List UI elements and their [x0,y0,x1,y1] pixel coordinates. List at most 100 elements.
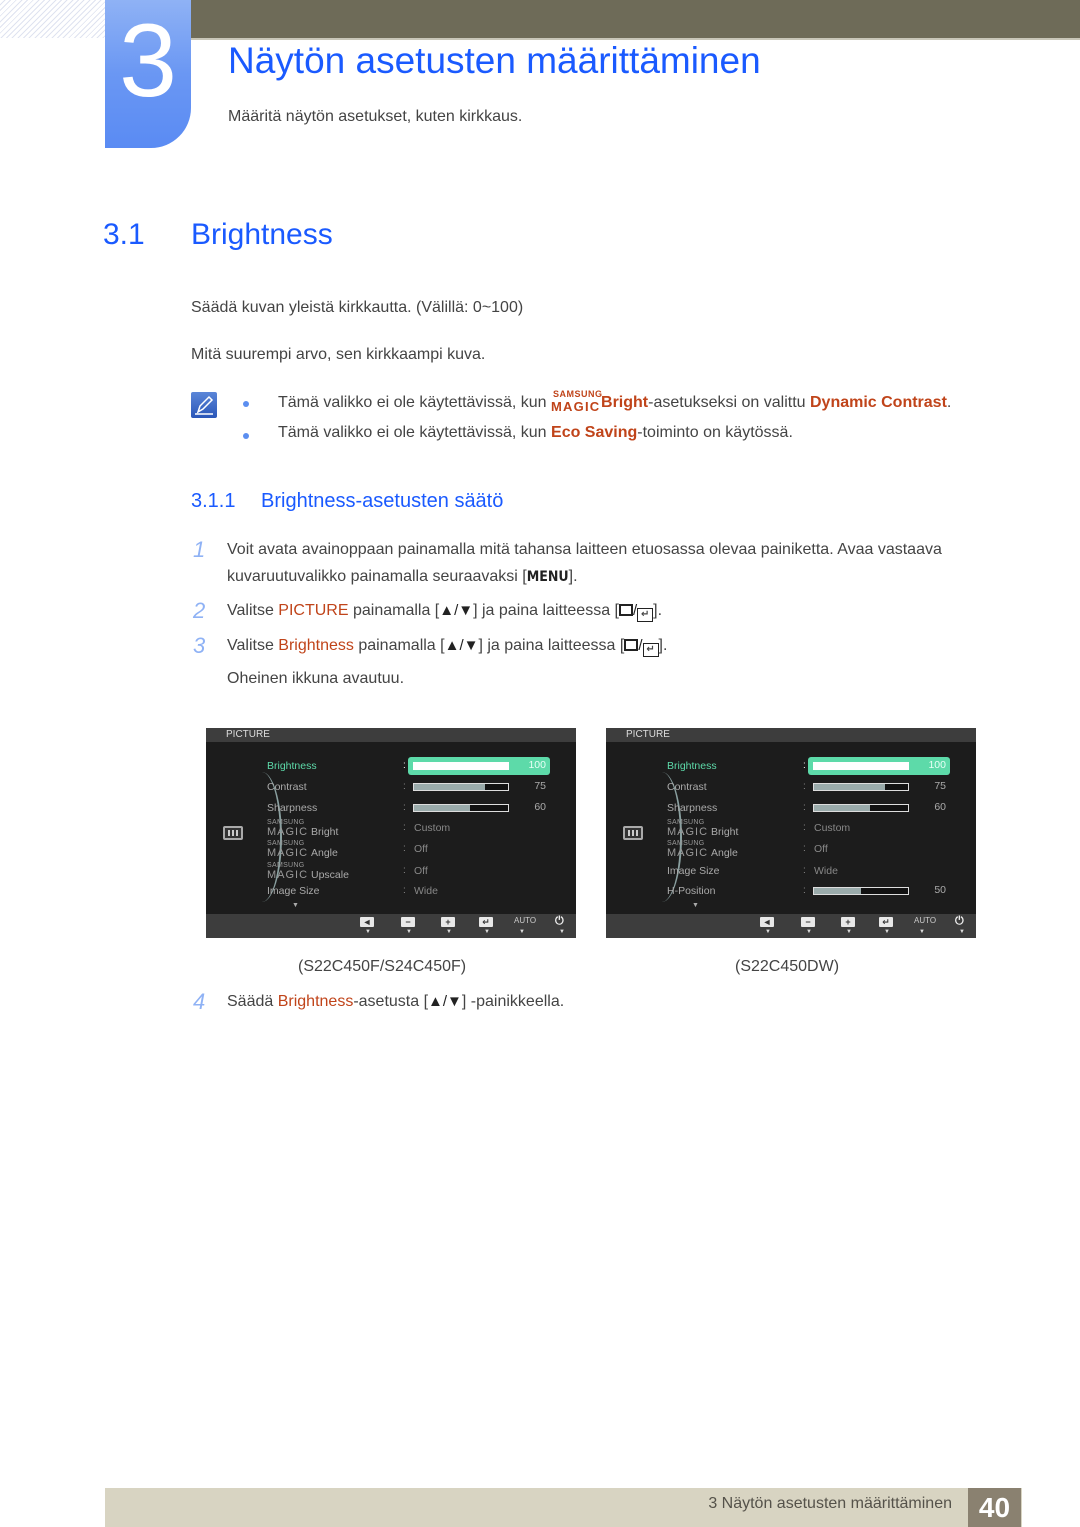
step-text: Oheinen ikkuna avautuu. [227,670,405,687]
highlight-term: Bright [601,394,649,411]
osd-separator: : [403,843,406,854]
osd-button-bar: ◄ ▼ − ▼ + ▼ ↵ ▼ AUTO ▼ ⏻ ▼ [606,914,976,938]
up-down-arrows-icon: ▲/▼ [428,993,462,1010]
osd-value: Off [814,843,828,855]
note-item: Tämä valikko ei ole käytettävissä, kun E… [278,424,793,442]
osd-menu-right: PICTURE Brightness: 100 Contrast: 75 Sharpnes… [606,728,976,938]
step-number: 2 [193,598,206,623]
note-item: Tämä valikko ei ole käytettävissä, kun S… [278,389,952,414]
chapter-subtitle: Määritä näytön asetukset, kuten kirkkaus… [228,108,523,125]
osd-separator: : [803,843,806,854]
samsung-magic-logo: SAMSUNG MAGIC [551,389,603,414]
osd-slider[interactable] [413,783,509,791]
osd-slider-fill [814,805,871,811]
osd-separator: : [803,865,806,876]
osd-separator: : [403,885,406,896]
osd-slider[interactable] [813,804,909,812]
osd-row-label[interactable]: Contrast [267,781,307,793]
minus-icon[interactable]: − [401,917,415,927]
source-icon [618,604,633,616]
osd-row-label[interactable]: Brightness [267,760,317,772]
samsung-magic-logo: SAMSUNG MAGIC [667,819,709,838]
left-arrow-icon[interactable]: ◄ [760,917,774,927]
osd-header-title: PICTURE [626,729,670,740]
osd-row-label[interactable]: SAMSUNG MAGIC Angle [267,840,338,859]
section-paragraph: Mitä suurempi arvo, sen kirkkaampi kuva. [191,346,486,363]
osd-value: 100 [528,759,546,771]
osd-row-label[interactable]: H-Position [667,885,715,897]
osd-value: Off [414,865,428,877]
step-text: Valitse Brightness painamalla [▲/▼] ja p… [227,637,668,657]
step-text-part: kuvaruutuvalikko painamalla seuraavaksi … [227,568,527,585]
step-text-part: Valitse [227,637,279,654]
osd-separator: : [403,822,406,833]
osd-row-label[interactable]: Contrast [667,781,707,793]
power-icon[interactable]: ⏻ [955,915,964,928]
up-down-arrows-icon: ▲/▼ [444,637,479,654]
chapter-number: 3 [119,3,177,119]
step-text: Valitse PICTURE painamalla [▲/▼] ja pain… [227,602,663,622]
osd-value: Wide [814,865,838,877]
osd-row-label[interactable]: SAMSUNG MAGIC Angle [667,840,738,859]
left-arrow-icon[interactable]: ◄ [360,917,374,927]
note-text: . [946,394,952,411]
osd-separator: : [403,760,406,771]
step-number: 4 [193,989,206,1014]
button-indicator-icon: ▼ [765,929,771,935]
osd-value: Custom [814,822,851,834]
osd-separator: : [803,885,806,896]
osd-slider[interactable] [813,783,909,791]
plus-icon[interactable]: + [441,917,455,927]
section-paragraph: Säädä kuvan yleistä kirkkautta. (Välillä… [191,299,524,316]
osd-slider-fill [814,763,908,769]
osd-header-title: PICTURE [226,729,270,740]
osd-row-label[interactable]: SAMSUNG MAGIC Bright [667,819,738,838]
step-text-part: ] ja paina laitteessa [ [478,637,625,654]
osd-slider[interactable] [813,887,909,895]
osd-slider[interactable] [413,804,509,812]
button-indicator-icon: ▼ [484,929,490,935]
chapter-title: Näytön asetusten määrittäminen [228,40,761,81]
step-number: 3 [193,633,206,658]
enter-icon[interactable]: ↵ [879,917,893,927]
note-text: Tämä valikko ei ole käytettävissä, kun [278,394,552,411]
step-text: Voit avata avainoppaan painamalla mitä t… [227,541,942,558]
osd-button-bar: ◄ ▼ − ▼ + ▼ ↵ ▼ AUTO ▼ ⏻ ▼ [206,914,576,938]
bullet [243,433,249,439]
step-text-part: ]. [653,602,663,619]
decorative-hatch [0,0,105,38]
button-indicator-icon: ▼ [846,929,852,935]
samsung-magic-logo: SAMSUNG MAGIC [267,819,309,838]
osd-slider[interactable] [813,762,909,770]
enter-icon[interactable]: ↵ [479,917,493,927]
osd-row-label[interactable]: SAMSUNG MAGIC Bright [267,819,338,838]
more-down-icon: ▼ [292,902,299,909]
osd-slider[interactable] [413,762,509,770]
osd-row-label[interactable]: Brightness [667,760,717,772]
osd-row-label[interactable]: Sharpness [267,802,317,814]
magic-bottom: MAGIC [551,399,601,414]
osd-row-label[interactable]: Sharpness [667,802,717,814]
auto-label[interactable]: AUTO [914,916,936,925]
osd-row-label[interactable]: SAMSUNG MAGIC Upscale [267,862,349,881]
more-down-icon: ▼ [692,902,699,909]
button-indicator-icon: ▼ [365,929,371,935]
osd-value: 100 [928,759,946,771]
up-down-arrows-icon: ▲/▼ [439,602,474,619]
osd-value: 75 [934,780,946,792]
plus-icon[interactable]: + [841,917,855,927]
osd-value: 50 [934,884,946,896]
note-text: Tämä valikko ei ole käytettävissä, kun [278,424,552,441]
button-indicator-icon: ▼ [919,929,925,935]
minus-icon[interactable]: − [801,917,815,927]
osd-menu-left: PICTURE Brightness: 100 Contrast: 75 Sharpnes… [206,728,576,938]
auto-label[interactable]: AUTO [514,916,536,925]
osd-row-label[interactable]: Image Size [267,885,320,897]
osd-separator: : [403,865,406,876]
button-indicator-icon: ▼ [406,929,412,935]
highlight-term: Brightness [277,993,354,1010]
magic-top: SAMSUNG [553,389,603,399]
highlight-term: Eco Saving [551,424,638,441]
osd-row-label[interactable]: Image Size [667,865,720,877]
power-icon[interactable]: ⏻ [555,915,564,928]
